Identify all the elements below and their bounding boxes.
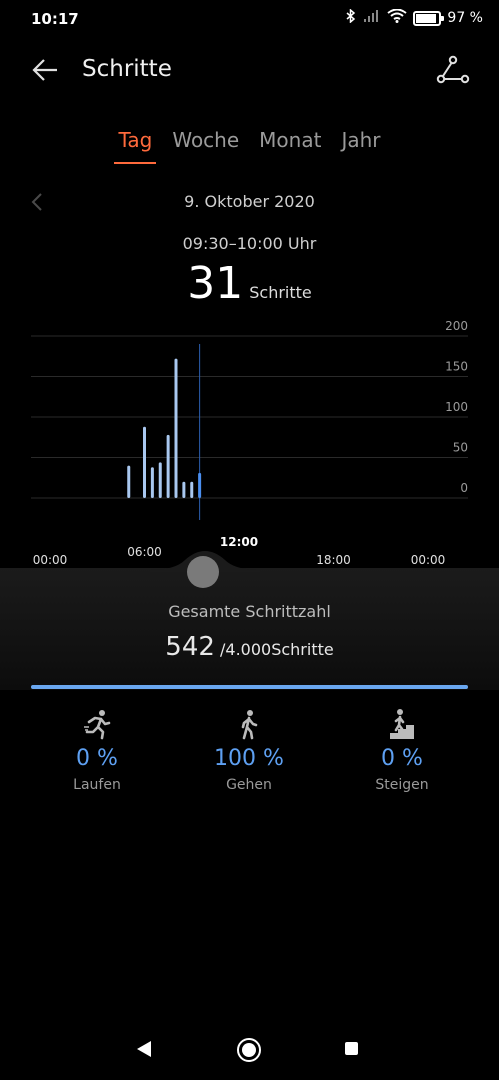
total-goal: /4.000Schritte [214, 640, 334, 659]
time-range: 09:30–10:00 Uhr [182, 234, 317, 253]
bluetooth-icon [345, 8, 357, 27]
status-icons: 97 % [345, 8, 483, 27]
bar [158, 462, 162, 498]
walking-icon [189, 708, 309, 740]
bar [150, 467, 154, 498]
selected-value: 31 Schritte [0, 258, 499, 309]
bar [190, 481, 194, 498]
bar [127, 465, 131, 498]
tab-week[interactable]: Woche [172, 128, 239, 164]
tab-day[interactable]: Tag [114, 128, 157, 164]
y-tick-label: 50 [453, 441, 468, 455]
battery-icon [413, 10, 445, 26]
bar [174, 358, 178, 498]
y-tick-label: 150 [445, 360, 468, 374]
nav-home-icon[interactable] [237, 1038, 261, 1062]
page-title: Schritte [82, 56, 172, 82]
back-icon[interactable] [30, 55, 60, 85]
stat-walking: 100 % Gehen [189, 708, 309, 793]
steps-chart[interactable]: 20015010050000:0006:0012:0018:00 00:00 [0, 320, 499, 570]
x-tick-label: 00:00 [33, 553, 68, 567]
x-tick-label: 18:00 [316, 553, 351, 567]
nav-recents-icon[interactable] [345, 1042, 358, 1055]
nav-back-icon[interactable] [136, 1040, 152, 1062]
battery-text: 97 % [447, 10, 483, 26]
walking-percent: 100 % [214, 746, 284, 771]
period-tabs: Tag Woche Monat Jahr [0, 128, 499, 164]
climbing-percent: 0 % [381, 746, 423, 771]
y-tick-label: 200 [445, 320, 468, 333]
selected-unit: Schritte [249, 283, 312, 302]
tab-month[interactable]: Monat [259, 128, 321, 164]
running-percent: 0 % [76, 746, 118, 771]
stat-climbing: 0 % Steigen [342, 708, 462, 793]
y-tick-label: 0 [460, 481, 468, 495]
climbing-label: Steigen [375, 777, 429, 793]
signal-icon [363, 9, 381, 27]
share-icon[interactable] [436, 54, 470, 88]
x-tick-label: 00:00 [411, 553, 446, 567]
walking-label: Gehen [226, 777, 272, 793]
wifi-icon [387, 8, 408, 27]
chart-scrubber-handle[interactable] [187, 556, 219, 588]
bar [166, 434, 170, 498]
running-label: Laufen [73, 777, 121, 793]
total-steps: 542 /4.000Schritte [0, 632, 499, 662]
selected-steps: 31 [187, 258, 244, 309]
goal-progress-fill [31, 685, 468, 689]
running-icon [37, 708, 157, 740]
goal-progress-bar [31, 685, 468, 689]
y-tick-label: 100 [445, 400, 468, 414]
total-value: 542 [165, 632, 215, 662]
tab-year[interactable]: Jahr [341, 128, 380, 164]
date-label: 9. Oktober 2020 [184, 192, 315, 211]
selected-bar [198, 472, 202, 498]
climbing-icon [342, 708, 462, 740]
x-tick-label: 12:00 [220, 535, 258, 549]
bar [143, 426, 146, 498]
total-label: Gesamte Schrittzahl [168, 602, 331, 621]
stat-running: 0 % Laufen [37, 708, 157, 793]
bar [182, 481, 186, 498]
status-time: 10:17 [31, 10, 79, 28]
